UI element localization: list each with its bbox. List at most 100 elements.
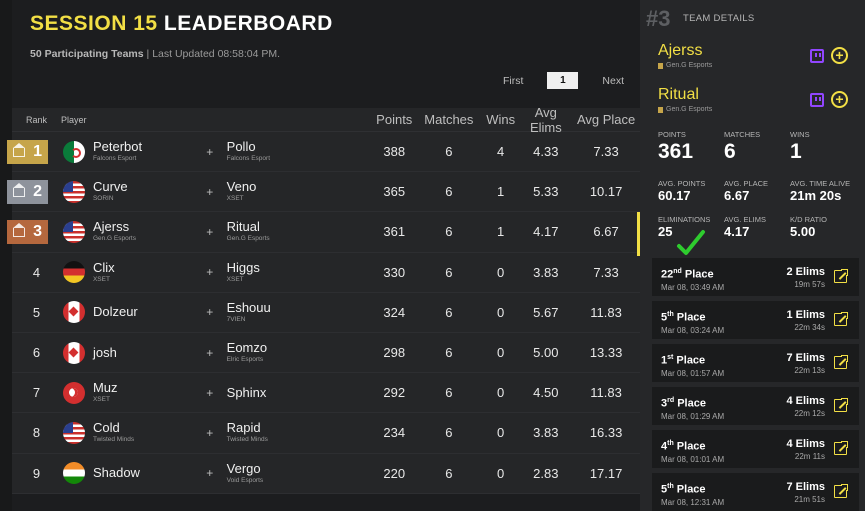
rank-cell: 3 — [7, 212, 61, 251]
avg-elims-cell: 4.50 — [533, 385, 559, 401]
points-cell: 298 — [383, 345, 406, 361]
match-card[interactable]: 4th Place Mar 08, 01:01 AM 4 Elims 22m 11s — [652, 430, 859, 468]
player1-cell: Dolzeur — [61, 301, 193, 324]
table-row[interactable]: 1 Peterbot Falcons Esport + Pollo Falcons Esp… — [7, 132, 640, 173]
match-card[interactable]: 1st Place Mar 08, 01:57 AM 7 Elims 22m 13s — [652, 344, 859, 382]
first-page-link[interactable]: First — [503, 75, 523, 87]
add-player-button[interactable]: + — [831, 47, 848, 64]
player1-name[interactable]: Cold — [93, 421, 134, 435]
table-row[interactable]: 6 josh + Eomzo Elric Esports 298 6 0 5.00 13.33 — [12, 333, 640, 374]
rank-cell: 8 — [12, 413, 61, 452]
player1-name[interactable]: Ajerss — [93, 220, 136, 234]
player2-cell: Rapid Twisted Minds — [227, 421, 373, 444]
player1-name[interactable]: Dolzeur — [93, 305, 138, 319]
rank-number: 9 — [32, 465, 41, 481]
match-card[interactable]: 3rd Place Mar 08, 01:29 AM 4 Elims 22m 12s — [652, 387, 859, 425]
matches-cell: 6 — [445, 224, 453, 240]
player2-name[interactable]: Eshouu — [227, 300, 373, 315]
table-row[interactable]: 2 Curve SORIN + Veno XSET 365 6 1 5.33 10.17 — [7, 172, 640, 213]
player1-name[interactable]: Curve — [93, 180, 128, 194]
plus-icon: + — [206, 305, 214, 320]
flag-tr-icon — [62, 381, 85, 404]
table-row[interactable]: 4 Clix XSET + Higgs XSET 330 6 0 3.83 7.33 — [12, 253, 640, 293]
player1-name[interactable]: Shadow — [93, 466, 140, 480]
avg-place-cell: 7.33 — [593, 264, 619, 280]
matches-cell: 6 — [445, 184, 453, 200]
points-cell: 388 — [383, 144, 406, 160]
player1-name[interactable]: josh — [93, 345, 117, 360]
external-link-icon[interactable] — [834, 440, 849, 455]
external-link-icon[interactable] — [834, 268, 849, 283]
avg-place-cell: 13.33 — [589, 345, 623, 361]
match-elims: 2 Elims — [786, 266, 825, 278]
twitch-icon[interactable] — [810, 49, 824, 63]
rank-cell: 9 — [12, 454, 61, 493]
points-cell: 330 — [383, 264, 406, 280]
header-points[interactable]: Points — [373, 112, 416, 127]
match-placement: 5th Place — [661, 311, 706, 324]
points-cell: 220 — [383, 465, 406, 481]
player2-cell: Eshouu 7VIEN — [227, 300, 373, 324]
flag-dz-icon — [62, 140, 85, 163]
rank-cell: 1 — [7, 132, 61, 171]
match-card[interactable]: 22nd Place Mar 08, 03:49 AM 2 Elims 19m 57s — [652, 258, 859, 296]
external-link-icon[interactable] — [834, 483, 849, 498]
player1-cell: Muz XSET — [61, 381, 193, 404]
player2-team: Twisted Minds — [226, 436, 268, 444]
table-row[interactable]: 7 Muz XSET + Sphinx 292 6 0 4.50 11.83 — [12, 373, 640, 414]
match-placement: 4th Place — [661, 440, 706, 453]
twitch-icon[interactable] — [810, 93, 824, 107]
match-card[interactable]: 5th Place Mar 08, 12:31 AM 7 Elims 21m 51s — [652, 473, 859, 511]
points-cell: 324 — [383, 304, 406, 320]
points-cell: 234 — [383, 425, 406, 441]
matches-cell: 6 — [445, 264, 453, 280]
header-avg-elims[interactable]: Avg Elims — [519, 105, 572, 135]
stat-wins: WINS 1 — [790, 130, 810, 163]
match-time-alive: 22m 34s — [794, 323, 825, 332]
next-page-link[interactable]: Next — [602, 75, 624, 87]
rank-medal-gold: 1 — [7, 140, 48, 164]
external-link-icon[interactable] — [834, 311, 849, 326]
subtitle-separator: | — [146, 48, 150, 60]
team-player-name[interactable]: Ritual — [658, 86, 858, 104]
avg-elims-cell: 3.83 — [533, 425, 559, 441]
player1-name[interactable]: Muz — [93, 381, 118, 395]
match-date: Mar 08, 03:49 AM — [661, 282, 725, 292]
player2-name[interactable]: Sphinx — [227, 385, 373, 400]
player2-name[interactable]: Veno — [227, 180, 373, 194]
player2-team: XSET — [226, 275, 244, 283]
player2-name[interactable]: Ritual — [227, 220, 373, 234]
matches-cell: 6 — [445, 144, 453, 160]
header-matches[interactable]: Matches — [416, 112, 482, 127]
wins-cell: 4 — [497, 144, 505, 160]
wins-cell: 1 — [497, 224, 505, 240]
match-card[interactable]: 5th Place Mar 08, 03:24 AM 1 Elims 22m 34s — [652, 301, 859, 339]
avg-elims-cell: 4.33 — [533, 144, 559, 160]
table-row[interactable]: 8 Cold Twisted Minds + Rapid Twisted Minds 234… — [12, 413, 640, 454]
player2-name[interactable]: Rapid — [227, 421, 373, 435]
player2-name[interactable]: Pollo — [227, 140, 373, 154]
player2-name[interactable]: Eomzo — [227, 341, 373, 355]
external-link-icon[interactable] — [834, 354, 849, 369]
match-date: Mar 08, 01:01 AM — [661, 454, 725, 464]
table-row[interactable]: 9 Shadow + Vergo Void Esports 220 6 0 2.83 17.17 — [12, 454, 640, 494]
player2-team: Falcons Esport — [226, 155, 271, 163]
flag-us-icon — [62, 180, 85, 203]
player2-name[interactable]: Vergo — [227, 461, 373, 476]
external-link-icon[interactable] — [834, 397, 849, 412]
team-player-name[interactable]: Ajerss — [658, 42, 858, 60]
player1-name[interactable]: Clix — [93, 260, 115, 275]
current-page-button[interactable]: 1 — [547, 72, 579, 89]
header-avg-place[interactable]: Avg Place — [572, 112, 640, 127]
plus-icon: + — [206, 466, 214, 481]
wins-cell: 0 — [497, 465, 505, 481]
header-wins[interactable]: Wins — [482, 112, 520, 127]
add-player-button[interactable]: + — [831, 91, 848, 108]
player2-name[interactable]: Higgs — [227, 260, 373, 275]
player1-cell: Clix XSET — [61, 260, 193, 284]
table-row[interactable]: 3 Ajerss Gen.G Esports + Ritual Gen.G Esports… — [7, 212, 640, 253]
table-row[interactable]: 5 Dolzeur + Eshouu 7VIEN 324 6 0 5.67 11.83 — [12, 293, 640, 333]
flag-de-icon — [62, 261, 85, 284]
player1-name[interactable]: Peterbot — [93, 140, 142, 154]
crown-icon — [13, 142, 25, 157]
